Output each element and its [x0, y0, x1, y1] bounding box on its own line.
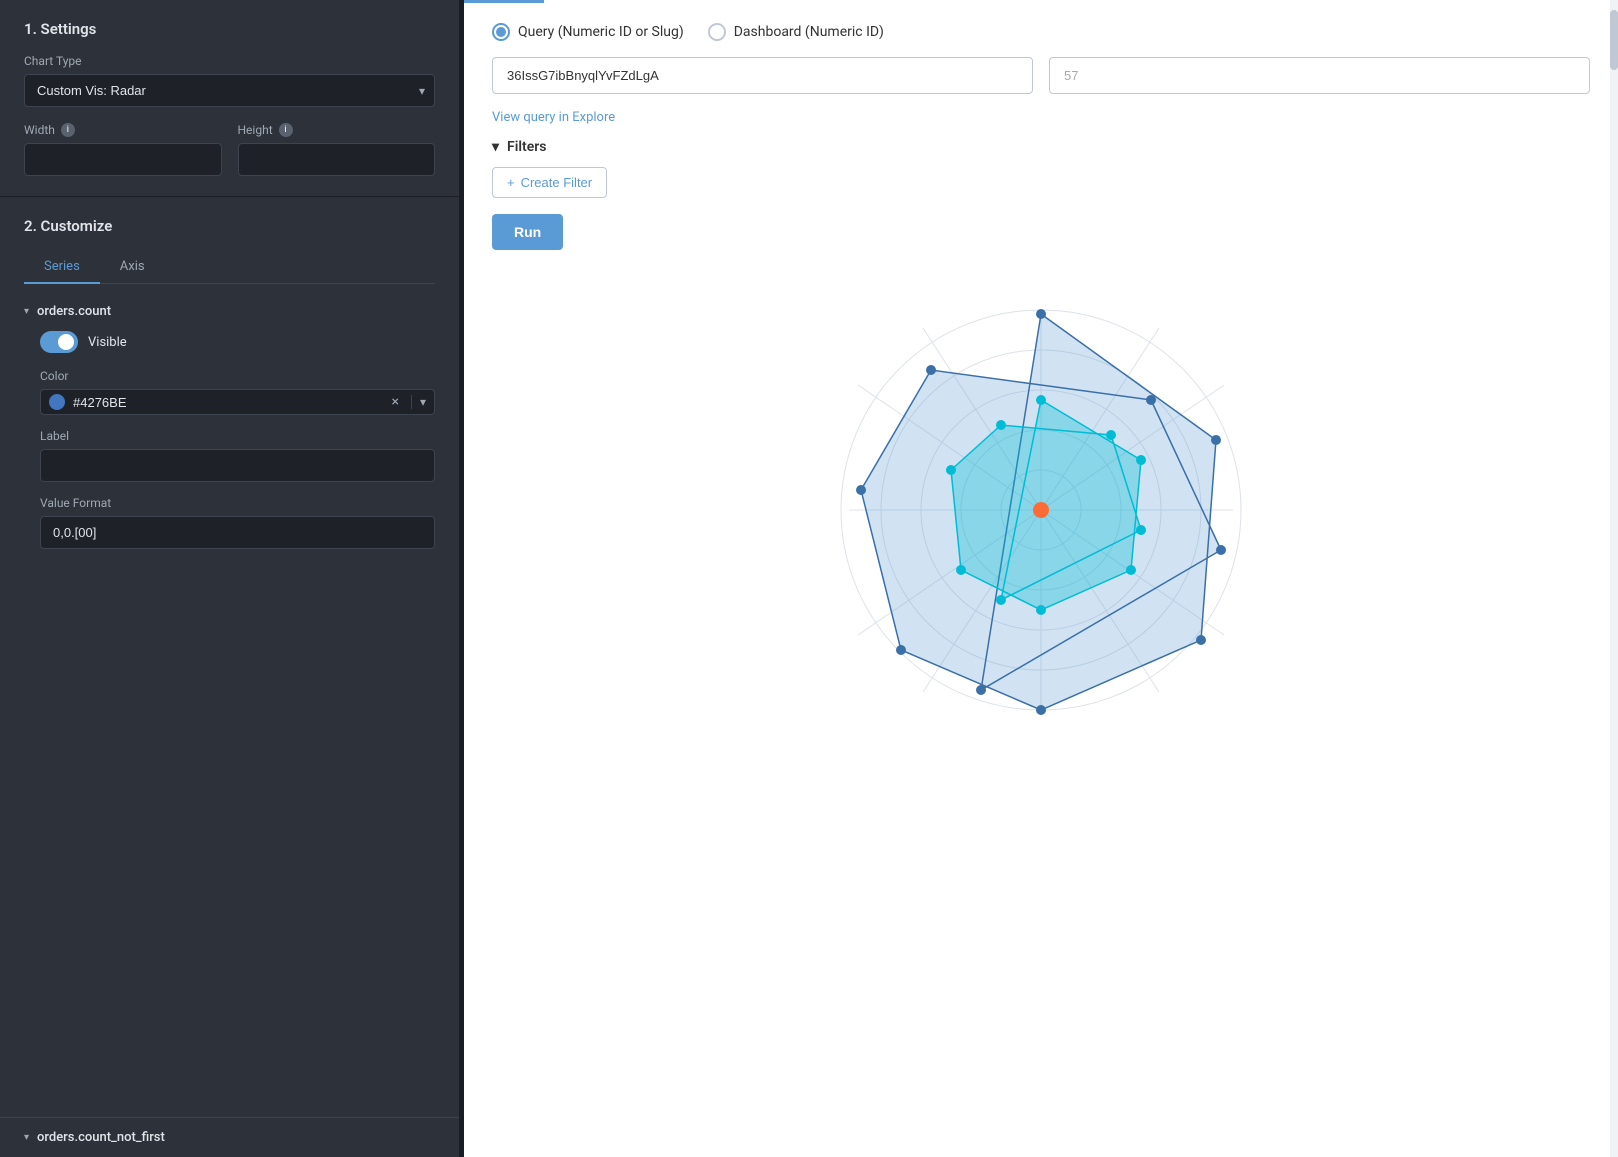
- color-label: Color: [40, 369, 435, 383]
- color-dropdown-icon[interactable]: ▾: [411, 395, 426, 409]
- run-button[interactable]: Run: [492, 214, 563, 250]
- color-dot: [49, 394, 65, 410]
- query-radio-option[interactable]: Query (Numeric ID or Slug): [492, 23, 684, 41]
- radar-center-dot: [1033, 502, 1049, 518]
- series-orders-count-content: Visible Color × ▾ Label Value Format: [24, 331, 435, 549]
- label-field-label: Label: [40, 429, 435, 443]
- series2-chevron-icon: ▾: [24, 1132, 29, 1143]
- width-info-icon[interactable]: i: [61, 123, 75, 137]
- customize-tabs: Series Axis: [24, 251, 435, 284]
- series-chevron-icon: ▾: [24, 306, 29, 317]
- tab-series[interactable]: Series: [24, 251, 100, 284]
- view-query-link[interactable]: View query in Explore: [492, 110, 615, 125]
- height-label-row: Height i: [238, 123, 436, 137]
- radar-chart: [801, 270, 1281, 750]
- color-clear-icon[interactable]: ×: [387, 394, 402, 410]
- series-orders-count: ▾ orders.count Visible Color ×: [24, 304, 435, 549]
- radar-svg: [801, 270, 1281, 750]
- color-value-input[interactable]: [73, 395, 379, 410]
- dashboard-radio-circle: [708, 23, 726, 41]
- query-radio-circle: [492, 23, 510, 41]
- dimensions-row: Width i Height i: [24, 123, 435, 176]
- right-panel: Query (Numeric ID or Slug) Dashboard (Nu…: [464, 0, 1618, 1157]
- query-radio-label: Query (Numeric ID or Slug): [518, 24, 684, 40]
- customize-title: 2. Customize: [24, 217, 435, 235]
- visible-label: Visible: [88, 335, 127, 350]
- width-field: Width i: [24, 123, 222, 176]
- query-id-input[interactable]: [492, 57, 1033, 94]
- value-format-label: Value Format: [40, 496, 435, 510]
- toggle-slider: [40, 331, 78, 353]
- dashboard-radio-option[interactable]: Dashboard (Numeric ID): [708, 23, 884, 41]
- scrollbar-thumb[interactable]: [1610, 10, 1618, 70]
- visible-toggle[interactable]: [40, 331, 78, 353]
- customize-section: 2. Customize Series Axis ▾ orders.count …: [0, 197, 459, 1117]
- visible-row: Visible: [40, 331, 435, 353]
- dashboard-radio-label: Dashboard (Numeric ID): [734, 24, 884, 40]
- height-field: Height i: [238, 123, 436, 176]
- series-name: orders.count: [37, 304, 111, 319]
- width-label-row: Width i: [24, 123, 222, 137]
- settings-section: 1. Settings Chart Type Custom Vis: Radar…: [0, 0, 459, 197]
- right-content: Query (Numeric ID or Slug) Dashboard (Nu…: [464, 3, 1618, 1157]
- width-input[interactable]: [24, 143, 222, 176]
- chart-type-select[interactable]: Custom Vis: Radar: [24, 74, 435, 107]
- series-orders-count-header[interactable]: ▾ orders.count: [24, 304, 435, 319]
- query-inputs-row: [492, 57, 1590, 94]
- dashboard-id-input[interactable]: [1049, 57, 1590, 94]
- filters-section: ▾ Filters + Create Filter: [492, 139, 1590, 198]
- query-options-row: Query (Numeric ID or Slug) Dashboard (Nu…: [492, 23, 1590, 41]
- filters-label: Filters: [507, 139, 546, 155]
- chart-type-select-wrapper: Custom Vis: Radar ▾: [24, 74, 435, 107]
- filters-chevron-icon: ▾: [492, 139, 499, 155]
- left-panel: 1. Settings Chart Type Custom Vis: Radar…: [0, 0, 460, 1157]
- value-format-input[interactable]: [40, 516, 435, 549]
- settings-title: 1. Settings: [24, 20, 435, 38]
- create-filter-label: Create Filter: [521, 175, 593, 190]
- series-orders-count-not-first[interactable]: ▾ orders.count_not_first: [0, 1117, 459, 1157]
- color-input-row: × ▾: [40, 389, 435, 415]
- chart-area: [492, 270, 1590, 750]
- height-input[interactable]: [238, 143, 436, 176]
- tab-axis[interactable]: Axis: [100, 251, 165, 284]
- series2-name: orders.count_not_first: [37, 1130, 165, 1145]
- filters-header[interactable]: ▾ Filters: [492, 139, 1590, 155]
- chart-type-label: Chart Type: [24, 54, 435, 68]
- height-info-icon[interactable]: i: [279, 123, 293, 137]
- scrollbar-track: [1610, 0, 1618, 1157]
- plus-icon: +: [507, 175, 515, 190]
- series-label-input[interactable]: [40, 449, 435, 482]
- create-filter-button[interactable]: + Create Filter: [492, 167, 607, 198]
